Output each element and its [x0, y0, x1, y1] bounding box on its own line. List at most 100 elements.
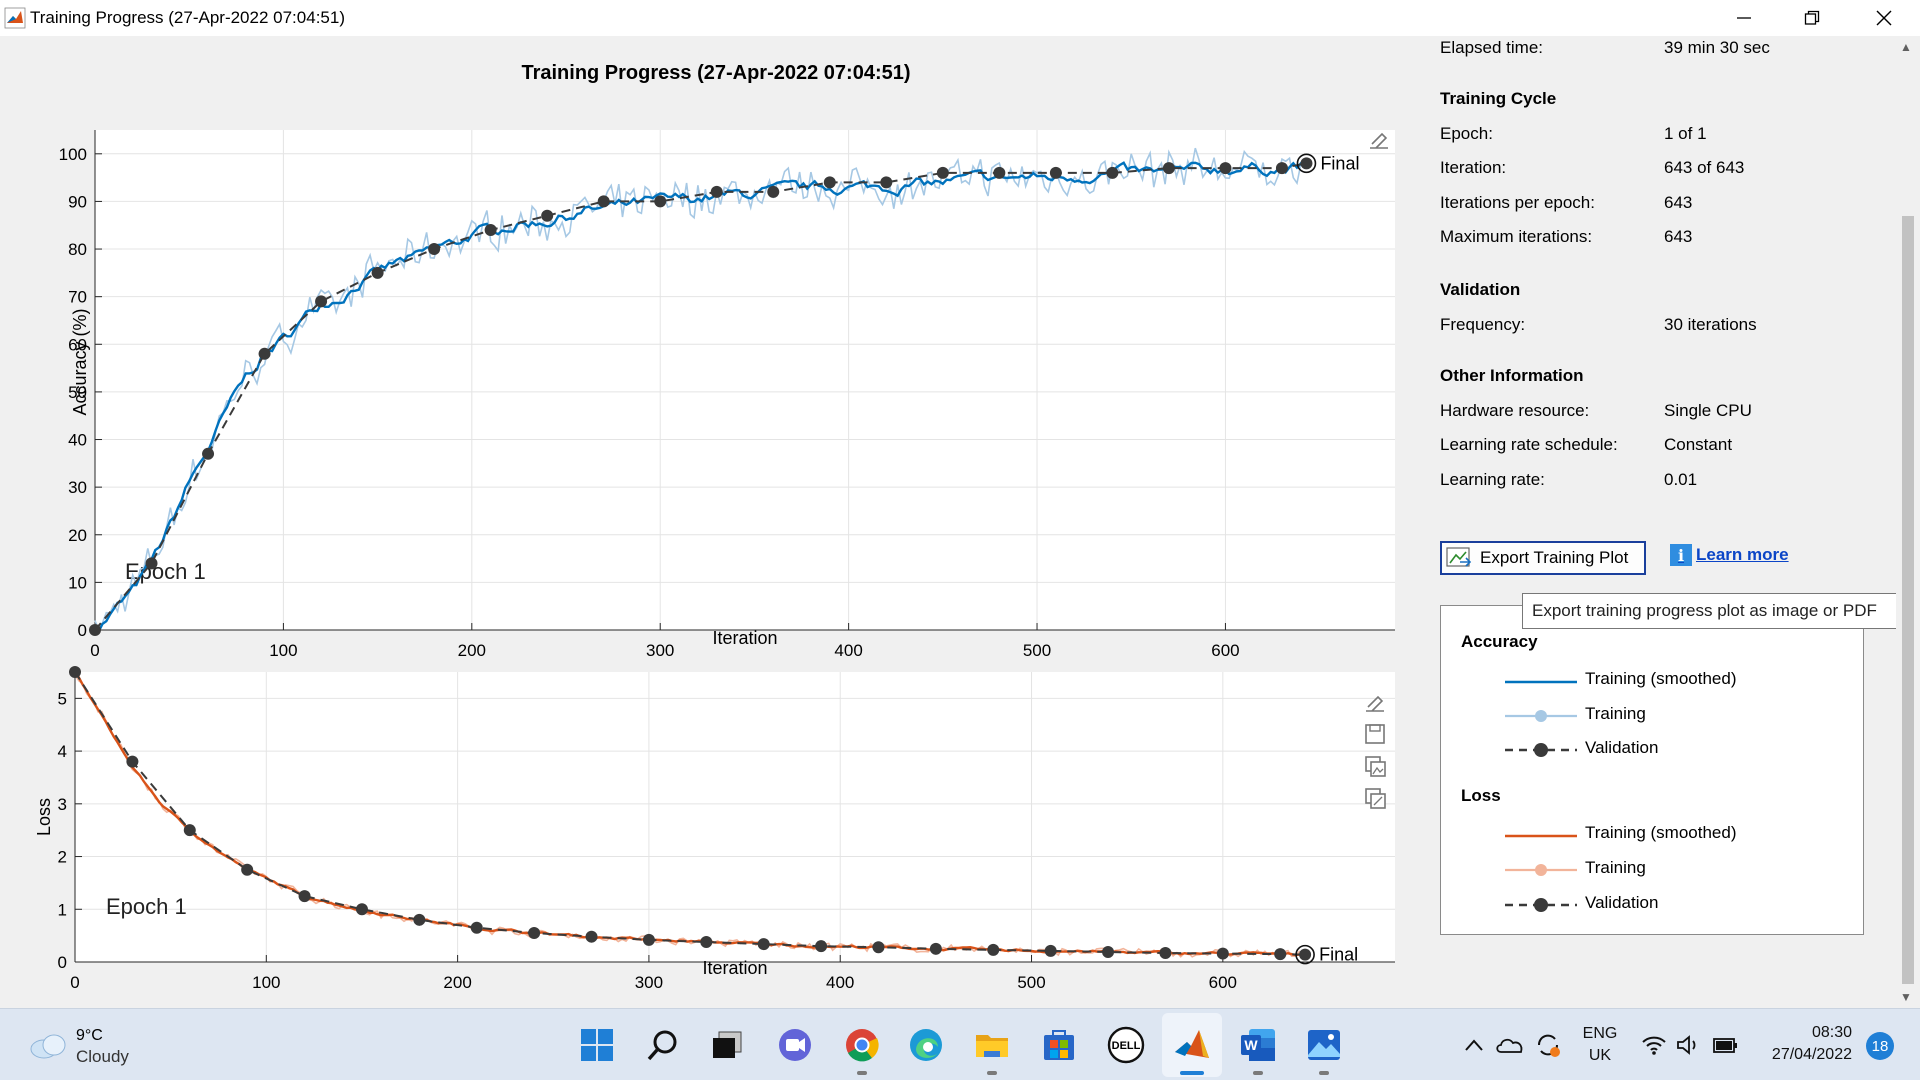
notification-badge[interactable]: 18: [1866, 1032, 1894, 1060]
chrome-button[interactable]: [842, 1025, 882, 1065]
validation-point: [700, 935, 713, 948]
validation-point: [241, 863, 254, 876]
frequency-label: Frequency:: [1440, 315, 1526, 334]
iteration-label: Iteration:: [1440, 158, 1507, 177]
validation-point: [929, 942, 942, 955]
chat-icon: [779, 1029, 811, 1061]
validation-point: [484, 224, 497, 236]
store-button[interactable]: [1039, 1025, 1079, 1065]
accuracy-plot-area: [95, 130, 1395, 630]
scroll-down-icon[interactable]: ▼: [1900, 990, 1912, 1004]
validation-point: [815, 940, 828, 953]
chrome-icon: [846, 1029, 879, 1062]
battery-icon: [1713, 1038, 1737, 1053]
scroll-thumb[interactable]: [1902, 216, 1914, 984]
tray-expand-button[interactable]: [1456, 1025, 1492, 1065]
sync-button[interactable]: [1530, 1025, 1566, 1065]
y-tick-label: 3: [58, 795, 67, 814]
sync-icon: [1537, 1034, 1560, 1057]
x-tick-label: 100: [269, 641, 297, 660]
taskbar: 9°C Cloudy DELL W ENG UK 08:30 27/04/202…: [0, 1008, 1920, 1080]
restore-button[interactable]: [1784, 2, 1840, 34]
legend-accuracy-item: Validation: [1585, 738, 1659, 757]
clock-time[interactable]: 08:30: [1756, 1024, 1852, 1042]
language-code[interactable]: ENG: [1574, 1025, 1626, 1043]
weather-widget[interactable]: 9°C Cloudy: [24, 1025, 184, 1069]
loss-plot-area: [75, 672, 1395, 962]
validation-point: [823, 176, 836, 189]
validation-heading: Validation: [1440, 280, 1521, 299]
svg-text:W: W: [1244, 1037, 1258, 1053]
learn-more-link[interactable]: i Learn more: [1670, 544, 1789, 566]
x-tick-label: 400: [826, 973, 854, 992]
y-tick-label: 20: [68, 526, 87, 545]
clock-date[interactable]: 27/04/2022: [1756, 1046, 1852, 1064]
close-button[interactable]: [1856, 2, 1912, 34]
validation-point: [298, 890, 311, 903]
accuracy-axes: 01020304050607080901000 100 200 300 400 500 60…: [59, 130, 1395, 660]
validation-point: [757, 938, 770, 951]
validation-point: [597, 195, 610, 208]
x-tick-label: 300: [646, 641, 674, 660]
plot-panel: Training Progress (27-Apr-2022 07:04:51)…: [0, 36, 1420, 1008]
loss-final-label: Final: [1319, 945, 1358, 965]
minimize-button[interactable]: [1716, 2, 1772, 34]
photos-button[interactable]: [1304, 1025, 1344, 1065]
volume-button[interactable]: [1672, 1025, 1706, 1065]
validation-point: [528, 927, 541, 939]
file-explorer-button[interactable]: [972, 1025, 1012, 1065]
hardware-label: Hardware resource:: [1440, 401, 1590, 420]
y-tick-label: 30: [68, 478, 87, 497]
y-tick-label: 4: [58, 742, 67, 761]
validation-point: [880, 176, 893, 189]
x-tick-label: 600: [1209, 973, 1237, 992]
legend-loss-item: Training (smoothed): [1585, 823, 1737, 842]
y-tick-label: 100: [59, 145, 87, 164]
export-training-plot-button[interactable]: Export Training Plot: [1440, 541, 1646, 575]
loss-axes: 0 1 2 3 4 5 0 100 200 300 400 500 600 Loss Iteration…: [34, 666, 1395, 992]
scroll-up-icon[interactable]: ▲: [1900, 40, 1912, 54]
validation-point: [1274, 948, 1287, 961]
task-view-icon: [713, 1031, 742, 1058]
edge-button[interactable]: [906, 1025, 946, 1065]
lr-schedule-value: Constant: [1664, 435, 1733, 454]
running-indicator: [987, 1071, 997, 1075]
loss-epoch-label: Epoch 1: [106, 894, 187, 919]
validation-point: [767, 185, 780, 198]
legend-accuracy-validation-swatch: [1505, 743, 1577, 757]
task-view-button[interactable]: [707, 1025, 747, 1065]
x-tick-label: 300: [635, 973, 663, 992]
validation-point: [993, 166, 1006, 179]
export-button-label: Export Training Plot: [1480, 548, 1629, 567]
x-tick-label: 200: [443, 973, 471, 992]
iter-per-epoch-value: 643: [1664, 193, 1693, 212]
epoch-value: 1 of 1: [1664, 124, 1707, 143]
legend-loss-heading: Loss: [1461, 786, 1501, 805]
export-plot-icon: [1446, 547, 1472, 567]
x-tick-label: 0: [90, 641, 99, 660]
start-button[interactable]: [577, 1025, 617, 1065]
onedrive-button[interactable]: [1492, 1025, 1528, 1065]
chat-button[interactable]: [775, 1025, 815, 1065]
legend-accuracy-heading: Accuracy: [1461, 632, 1538, 651]
y-tick-label: 1: [58, 900, 67, 919]
validation-point: [1219, 162, 1232, 175]
loss-xlabel: Iteration: [702, 958, 767, 978]
dell-button[interactable]: DELL: [1106, 1025, 1146, 1065]
validation-point: [1275, 162, 1288, 175]
other-info-heading: Other Information: [1440, 366, 1584, 385]
search-button[interactable]: [643, 1025, 683, 1065]
lr-schedule-label: Learning rate schedule:: [1440, 435, 1618, 454]
wifi-button[interactable]: [1637, 1025, 1671, 1065]
word-button[interactable]: W: [1238, 1025, 1278, 1065]
title-bar: Training Progress (27-Apr-2022 07:04:51): [0, 0, 1920, 36]
elapsed-label: Elapsed time:: [1440, 38, 1543, 57]
validation-point: [1299, 948, 1312, 961]
start-icon: [581, 1029, 613, 1061]
matlab-button[interactable]: [1172, 1025, 1212, 1065]
svg-text:DELL: DELL: [1112, 1040, 1141, 1052]
battery-button[interactable]: [1708, 1025, 1742, 1065]
language-region[interactable]: UK: [1574, 1047, 1626, 1065]
running-indicator: [1253, 1071, 1263, 1075]
store-icon: [1044, 1030, 1074, 1060]
